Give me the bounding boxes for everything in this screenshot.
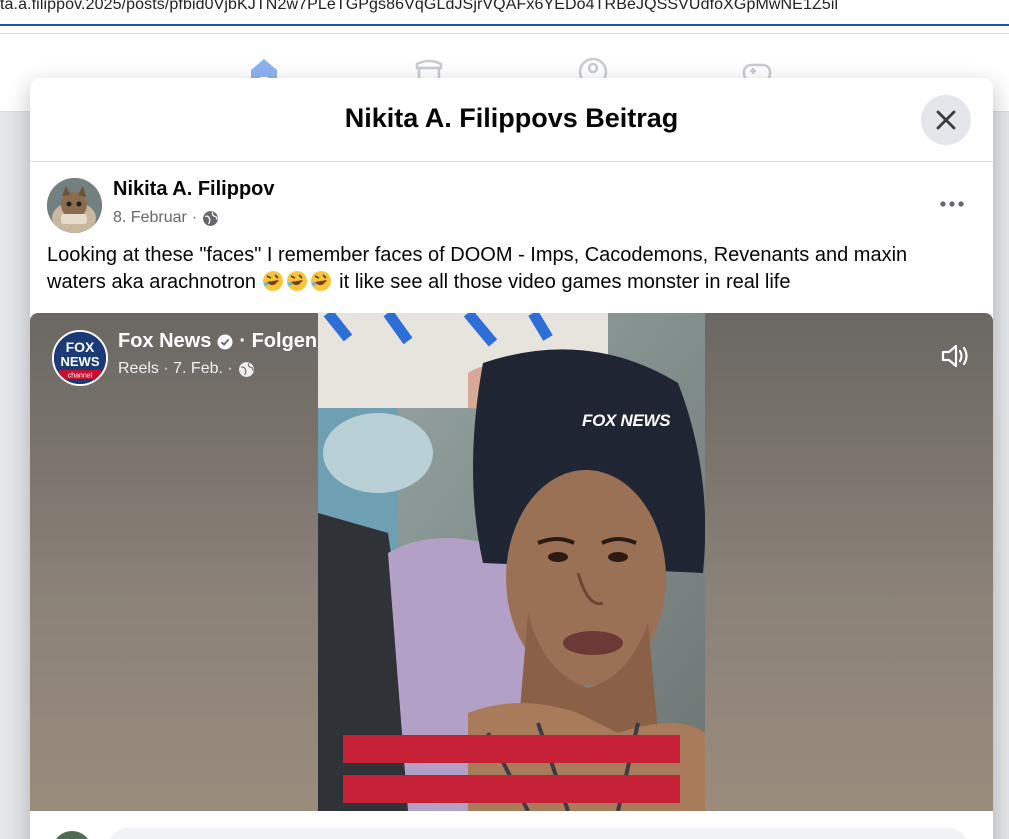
globe-icon [238, 361, 254, 377]
browser-url-bar[interactable]: ta.a.filippov.2025/posts/pfbid0VjbKJTN2w… [0, 0, 1009, 26]
current-user-avatar [52, 831, 92, 839]
comment-area [30, 811, 993, 839]
rolling-on-floor-laughing-emoji [262, 271, 283, 291]
more-options-button[interactable] [933, 192, 971, 216]
reel-meta: Reels · 7. Feb. · [118, 360, 255, 378]
speaker-icon[interactable] [939, 340, 971, 372]
close-icon [936, 110, 956, 130]
author-avatar[interactable] [47, 178, 102, 233]
post-header: Nikita A. Filippov 8. Februar · [30, 162, 993, 236]
logo-news-text: NEWS [61, 354, 100, 369]
post-modal: Nikita A. Filippovs Beitrag Nikita A. Fi… [30, 78, 993, 839]
url-text[interactable]: ta.a.filippov.2025/posts/pfbid0VjbKJTN2w… [0, 0, 838, 14]
logo-fox-text: FOX [66, 339, 95, 355]
author-name[interactable]: Nikita A. Filippov [113, 178, 275, 201]
globe-icon [203, 210, 219, 226]
meta-separator: · [191, 209, 198, 226]
post-text-part2: it like see all those video games monste… [339, 271, 791, 293]
follow-button[interactable]: · Folgen [239, 330, 317, 353]
reel-video[interactable]: FOX NEWS [318, 313, 705, 811]
fox-news-logo[interactable]: FOX NEWS channel [52, 330, 108, 386]
rolling-on-floor-laughing-emoji [310, 271, 331, 291]
post-text: Looking at these "faces" I remember face… [47, 242, 947, 296]
rolling-on-floor-laughing-emoji [286, 271, 307, 291]
logo-channel-text: channel [68, 373, 93, 380]
verified-badge-icon [217, 334, 233, 349]
comment-input[interactable] [108, 828, 968, 839]
video-frame-image [318, 313, 705, 811]
reel-embed[interactable]: FOX NEWS FOX NEWS channel Fox News · Fol… [30, 313, 993, 811]
close-button[interactable] [921, 95, 971, 145]
modal-header: Nikita A. Filippovs Beitrag [30, 78, 993, 162]
modal-title: Nikita A. Filippovs Beitrag [344, 103, 679, 133]
source-name[interactable]: Fox News [118, 330, 211, 353]
browser-gap [0, 26, 1009, 34]
reel-source: Fox News · Folgen [118, 330, 317, 353]
post-date[interactable]: 8. Februar [113, 209, 187, 227]
post-meta: 8. Februar · [113, 209, 219, 227]
more-options-icon [940, 201, 964, 207]
reel-meta-text[interactable]: Reels · 7. Feb. · [118, 360, 233, 378]
fox-news-watermark: FOX NEWS [582, 411, 671, 430]
